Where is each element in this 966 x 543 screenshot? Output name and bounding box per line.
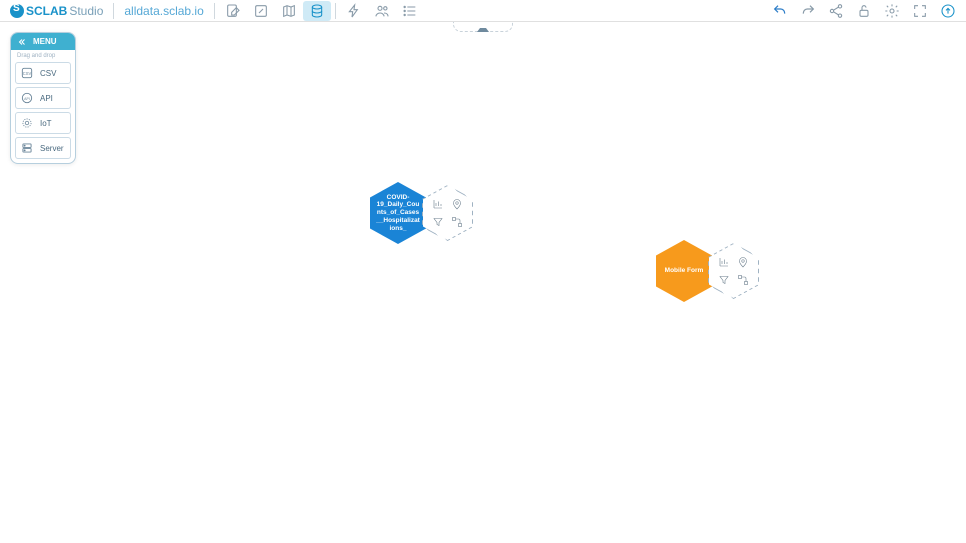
logo-text-main: SCLAB [26, 4, 67, 18]
tile-label: CSV [40, 69, 56, 78]
flow-icon [451, 216, 463, 228]
svg-text:CSV: CSV [23, 71, 32, 76]
publish-button[interactable] [934, 1, 962, 21]
database-icon [309, 3, 325, 19]
list-button[interactable] [396, 1, 424, 21]
data-node-hex[interactable]: COVID-19_Daily_Counts_of_Cases__Hospital… [370, 182, 426, 244]
api-icon: API [20, 91, 34, 105]
separator [214, 3, 215, 19]
pin-icon [737, 256, 749, 268]
edit-page-button[interactable] [219, 1, 247, 21]
app-logo[interactable]: SCLAB Studio [4, 4, 109, 18]
panel-hint: Drag and drop [11, 50, 75, 62]
design-button[interactable] [247, 1, 275, 21]
funnel-icon [718, 274, 730, 286]
iot-tile[interactable]: IoT [15, 112, 71, 134]
toolbar-left-group [219, 1, 424, 21]
unlock-button[interactable] [850, 1, 878, 21]
panel-title: MENU [33, 37, 57, 46]
map-icon [281, 3, 297, 19]
node-flow-action[interactable] [735, 272, 753, 288]
node-label: COVID-19_Daily_Counts_of_Cases__Hospital… [376, 194, 420, 233]
tile-label: Server [40, 144, 64, 153]
fullscreen-icon [912, 3, 928, 19]
users-button[interactable] [368, 1, 396, 21]
data-node-covid[interactable]: COVID-19_Daily_Counts_of_Cases__Hospital… [370, 182, 473, 244]
users-icon [374, 3, 390, 19]
data-button[interactable] [303, 1, 331, 21]
page-edit-icon [225, 3, 241, 19]
server-icon [20, 141, 34, 155]
node-label: Mobile Form [665, 267, 704, 275]
undo-icon [772, 3, 788, 19]
node-location-action[interactable] [735, 254, 753, 270]
csv-icon: CSV [20, 66, 34, 80]
node-actions [422, 185, 473, 241]
node-chart-action[interactable] [429, 196, 447, 212]
iot-icon [20, 116, 34, 130]
map-button[interactable] [275, 1, 303, 21]
node-filter-action[interactable] [429, 214, 447, 230]
tile-label: IoT [40, 119, 52, 128]
logo-icon [10, 4, 24, 18]
tile-label: API [40, 94, 53, 103]
settings-button[interactable] [878, 1, 906, 21]
redo-button[interactable] [794, 1, 822, 21]
separator [113, 3, 114, 19]
data-node-mobileform[interactable]: Mobile Form [656, 240, 759, 302]
pencil-square-icon [253, 3, 269, 19]
flow-icon [737, 274, 749, 286]
separator [335, 3, 336, 19]
share-icon [828, 3, 844, 19]
top-toolbar: SCLAB Studio alldata.sclab.io [0, 0, 966, 22]
server-tile[interactable]: Server [15, 137, 71, 159]
share-button[interactable] [822, 1, 850, 21]
fullscreen-button[interactable] [906, 1, 934, 21]
pin-icon [451, 198, 463, 210]
data-tiles-list: CSV CSV API API IoT Server [11, 62, 75, 163]
node-actions [708, 243, 759, 299]
funnel-icon [432, 216, 444, 228]
bolt-icon [346, 3, 362, 19]
node-filter-action[interactable] [715, 272, 733, 288]
data-node-hex[interactable]: Mobile Form [656, 240, 712, 302]
unlock-icon [856, 3, 872, 19]
chart-icon [718, 256, 730, 268]
toolbar-right-group [766, 1, 962, 21]
logo-text-sub: Studio [69, 4, 103, 18]
collapse-icon [17, 37, 27, 47]
list-icon [402, 3, 418, 19]
undo-button[interactable] [766, 1, 794, 21]
upload-circle-icon [940, 3, 956, 19]
redo-icon [800, 3, 816, 19]
csv-tile[interactable]: CSV CSV [15, 62, 71, 84]
node-chart-action[interactable] [715, 254, 733, 270]
canvas-drawer-handle[interactable] [453, 22, 513, 32]
chart-icon [432, 198, 444, 210]
gear-icon [884, 3, 900, 19]
project-name[interactable]: alldata.sclab.io [118, 4, 209, 18]
action-button[interactable] [340, 1, 368, 21]
data-source-panel: MENU Drag and drop CSV CSV API API IoT [10, 32, 76, 164]
node-flow-action[interactable] [449, 214, 467, 230]
svg-text:API: API [24, 97, 30, 101]
api-tile[interactable]: API API [15, 87, 71, 109]
canvas[interactable]: MENU Drag and drop CSV CSV API API IoT [0, 22, 966, 543]
data-panel-header[interactable]: MENU [11, 33, 75, 50]
node-location-action[interactable] [449, 196, 467, 212]
